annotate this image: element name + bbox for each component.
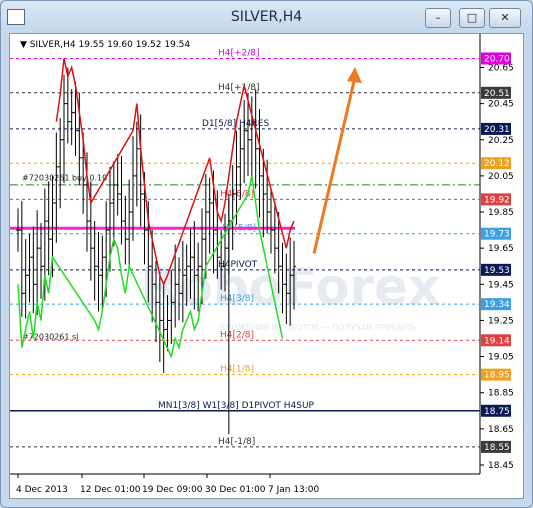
price-tick-label: 20.05 (488, 172, 514, 182)
price-level-tag-text: 18.55 (484, 443, 510, 453)
level-label: H4[3/8] (220, 294, 254, 304)
time-tick-label: 12 Dec 01:00 (80, 485, 141, 495)
time-tick-label: 19 Dec 09:00 (142, 485, 203, 495)
chart-plot-area[interactable]: RoboForexВЛОЖЕНИЯ В РОБОТОВ — ПОЛУЧАЙ ПР… (9, 33, 524, 499)
price-level-tag-text: 18.75 (484, 407, 510, 417)
price-tick-label: 20.25 (488, 136, 514, 146)
chart-header-text: ▼ SILVER,H4 19.55 19.60 19.52 19.54 (20, 40, 190, 50)
order-line-label: #72030261 buy 0.10 (22, 174, 107, 183)
level-label: H4[2/8] (220, 330, 254, 340)
order-line-label: #72030261 sl (22, 333, 78, 342)
price-level-tag-text: 19.14 (484, 336, 510, 346)
chart-window: SILVER,H4 – □ ✕ RoboForexВЛОЖЕНИЯ В РОБО… (0, 0, 533, 508)
price-level-tag-text: 19.73 (484, 230, 510, 240)
level-label: H4[+2/8] (218, 48, 260, 58)
forecast-arrow-head (347, 67, 362, 84)
title-bar[interactable]: SILVER,H4 – □ ✕ (1, 1, 532, 33)
level-label: H4[1/8] (220, 365, 254, 375)
price-level-tag-text: 20.12 (484, 159, 510, 169)
price-level-tag-text: 20.70 (484, 54, 510, 64)
level-label: H4[+1/8] (218, 83, 260, 93)
time-tick-label: 7 Jan 13:00 (268, 485, 320, 495)
price-level-tag-text: 20.51 (484, 89, 510, 99)
price-tick-label: 19.85 (488, 208, 514, 218)
price-tick-label: 19.45 (488, 280, 514, 290)
price-tick-label: 18.85 (488, 389, 514, 399)
price-tick-label: 18.65 (488, 425, 514, 435)
close-button[interactable]: ✕ (489, 8, 521, 28)
price-level-tag-text: 20.31 (484, 125, 510, 135)
minimize-icon: – (435, 11, 441, 24)
price-level-tag-text: 19.34 (484, 300, 510, 310)
restore-button[interactable]: □ (459, 8, 485, 28)
forecast-arrow-shaft (312, 76, 357, 254)
level-label: H4[-1/8] (218, 437, 255, 447)
price-level-tag-text: 19.92 (484, 195, 510, 205)
price-tick-label: 19.05 (488, 353, 514, 363)
price-tick-label: 20.65 (488, 63, 514, 73)
price-tick-label: 19.25 (488, 316, 514, 326)
price-chart[interactable]: RoboForexВЛОЖЕНИЯ В РОБОТОВ — ПОЛУЧАЙ ПР… (10, 34, 523, 498)
minimize-button[interactable]: – (425, 8, 451, 28)
restore-icon: □ (466, 11, 478, 24)
level-label: MN1[3/8] W1[3/8] D1PIVOT H4SUP (158, 401, 315, 411)
price-tick-label: 20.45 (488, 100, 514, 110)
price-level-tag-text: 18.95 (484, 371, 510, 381)
level-label: H4PIVOT (218, 260, 258, 270)
time-tick-label: 30 Dec 01:00 (205, 485, 266, 495)
price-tick-label: 19.65 (488, 244, 514, 254)
close-icon: ✕ (500, 11, 510, 24)
price-tick-label: 18.45 (488, 461, 514, 471)
window-title: SILVER,H4 (230, 9, 303, 25)
time-tick-label: 4 Dec 2013 (16, 485, 68, 495)
price-level-tag-text: 19.53 (484, 266, 510, 276)
